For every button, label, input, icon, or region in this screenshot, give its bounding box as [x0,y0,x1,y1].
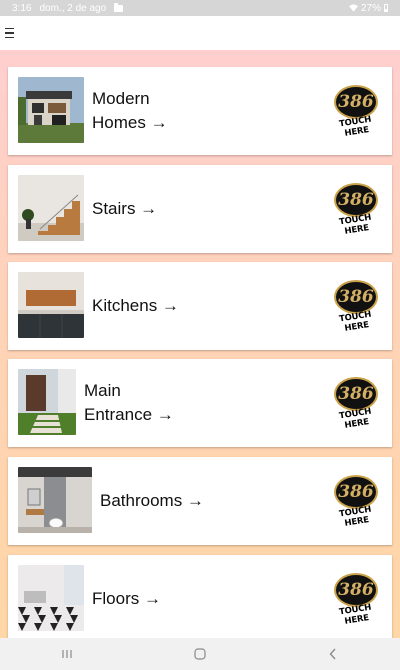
badge-caption: TOUCH HERE [338,504,372,529]
badge-caption: TOUCH HERE [338,114,372,139]
category-label: Kitchens → [92,296,179,315]
category-card-stairs[interactable]: Stairs → 386 TOUCH HERE [8,165,392,253]
category-label: Floors → [92,589,161,608]
badge-number: 386 [338,384,374,404]
badge-number: 386 [338,92,374,112]
category-list[interactable]: Modern Homes → 386 TOUCH HERE Stairs → 3… [0,50,400,638]
category-label: Modern Homes → [92,89,168,132]
battery-icon [384,4,388,12]
modern-home-icon [18,77,84,143]
kitchen-icon [18,272,84,338]
recent-apps-icon[interactable] [47,642,87,666]
touch-here-badge[interactable]: 386 TOUCH HERE [328,280,384,334]
category-label: Stairs → [92,199,158,218]
status-time: 3:16 [12,2,32,14]
touch-here-badge[interactable]: 386 TOUCH HERE [328,183,384,237]
bathroom-icon [18,467,92,533]
hamburger-icon[interactable] [5,27,19,39]
status-bar: 3:16 dom., 2 de ago 27% [0,0,400,16]
badge-caption: TOUCH HERE [338,406,372,431]
battery-percent: 27% [360,2,381,14]
home-icon[interactable] [180,642,220,666]
touch-here-badge[interactable]: 386 TOUCH HERE [328,475,384,529]
folder-icon [114,2,124,12]
badge-caption: TOUCH HERE [338,212,372,237]
category-label: Bathrooms → [100,491,204,510]
category-card-main-entrance[interactable]: Main Entrance → 386 TOUCH HERE [8,359,392,447]
badge-caption: TOUCH HERE [338,602,372,627]
badge-number: 386 [338,580,374,600]
back-icon[interactable] [313,642,353,666]
badge-caption: TOUCH HERE [338,309,372,334]
badge-number: 386 [338,190,374,210]
category-card-floors[interactable]: Floors → 386 TOUCH HERE [8,555,392,638]
badge-number: 386 [338,287,374,307]
touch-here-badge[interactable]: 386 TOUCH HERE [328,573,384,627]
badge-number: 386 [338,482,374,502]
category-card-kitchens[interactable]: Kitchens → 386 TOUCH HERE [8,262,392,350]
entrance-icon [18,369,76,435]
touch-here-badge[interactable]: 386 TOUCH HERE [328,377,384,431]
status-date: dom., 2 de ago [39,2,107,14]
category-card-bathrooms[interactable]: Bathrooms → 386 TOUCH HERE [8,457,392,545]
floor-icon [18,565,84,631]
system-nav-bar [0,638,400,670]
category-label: Main Entrance → [84,381,174,424]
category-card-modern-homes[interactable]: Modern Homes → 386 TOUCH HERE [8,67,392,155]
stairs-icon [18,175,84,241]
touch-here-badge[interactable]: 386 TOUCH HERE [328,85,384,139]
wifi-icon [348,4,358,12]
app-bar [0,16,400,50]
